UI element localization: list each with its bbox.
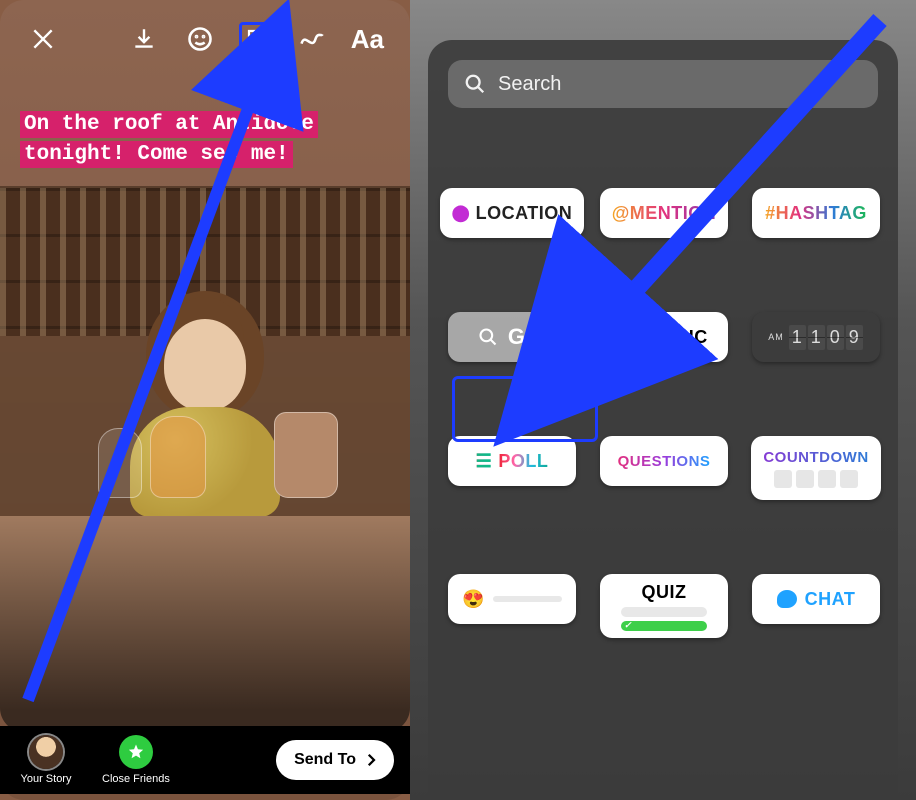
gif-sticker[interactable]: GIF [448, 312, 576, 362]
poll-icon: ☰ [476, 451, 493, 472]
sticker-icon[interactable] [239, 22, 273, 56]
draw-icon[interactable] [295, 22, 329, 56]
mention-sticker[interactable]: @MENTION [600, 188, 729, 238]
search-icon [464, 73, 486, 95]
download-icon[interactable] [127, 22, 161, 56]
sticker-search-input[interactable]: Search [448, 60, 878, 108]
music-sticker[interactable]: MUSIC [600, 312, 728, 362]
sticker-sheet: Search ⬤ LOCATION @MENTION #HASHTAG GIF [428, 40, 898, 800]
your-story-button[interactable]: Your Story [16, 735, 76, 785]
countdown-sticker[interactable]: COUNTDOWN [751, 436, 880, 500]
quiz-sticker[interactable]: QUIZ [600, 574, 728, 638]
location-pin-icon: ⬤ [452, 203, 470, 223]
story-share-bar: Your Story Close Friends Send To [0, 726, 410, 794]
story-caption[interactable]: On the roof at Antidote tonight! Come se… [20, 110, 370, 171]
story-photo [0, 186, 410, 516]
poll-sticker[interactable]: ☰POLL [448, 436, 576, 486]
hashtag-sticker[interactable]: #HASHTAG [752, 188, 880, 238]
text-tool-icon[interactable]: Aa [351, 24, 384, 55]
search-icon [478, 327, 498, 347]
music-bars-icon [620, 328, 641, 346]
questions-sticker[interactable]: QUESTIONS [600, 436, 728, 486]
star-icon [119, 735, 153, 769]
location-sticker[interactable]: ⬤ LOCATION [440, 188, 585, 238]
heart-eyes-emoji-icon: 😍 [462, 589, 485, 610]
close-friends-button[interactable]: Close Friends [102, 735, 170, 785]
story-toolbar: Aa [0, 22, 410, 56]
countdown-boxes-icon [774, 470, 858, 488]
send-to-button[interactable]: Send To [276, 740, 394, 780]
sticker-picker-pane: Search ⬤ LOCATION @MENTION #HASHTAG GIF [410, 0, 916, 800]
avatar-icon [29, 735, 63, 769]
time-sticker[interactable]: AM 1109 [752, 312, 880, 362]
face-filter-icon[interactable] [183, 22, 217, 56]
story-editor-pane: Aa On the roof at Antidote tonight! Come… [0, 0, 410, 800]
close-icon[interactable] [26, 22, 60, 56]
emoji-slider-sticker[interactable]: 😍 [448, 574, 576, 624]
chat-sticker[interactable]: CHAT [752, 574, 880, 624]
chat-bubble-icon [777, 590, 797, 608]
